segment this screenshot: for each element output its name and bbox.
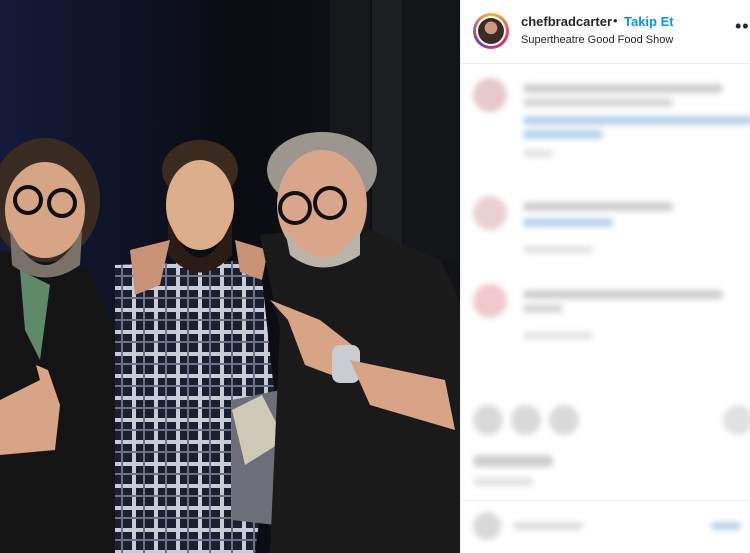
post-header: chefbradcarter • Takip Et Supertheatre G…: [461, 0, 750, 64]
post-image: [0, 0, 460, 553]
divider: [461, 500, 750, 501]
share-icon[interactable]: [549, 405, 579, 435]
comment-input-blur[interactable]: [513, 522, 583, 530]
post-actions: [473, 405, 750, 445]
username-link[interactable]: chefbradcarter: [521, 14, 612, 29]
comment-link-blur: [523, 130, 603, 139]
comment-item: [473, 196, 743, 266]
location-link[interactable]: Supertheatre Good Food Show: [521, 34, 673, 46]
comment-avatar: [473, 78, 507, 112]
avatar-photo: [478, 18, 504, 44]
comment-avatar: [473, 284, 507, 318]
comment-text-blur: [523, 202, 673, 211]
follow-button[interactable]: Takip Et: [624, 14, 674, 29]
comment-meta-blur: [523, 246, 593, 253]
comment-item: [473, 284, 743, 354]
comment-text-blur: [523, 290, 723, 299]
comment-avatar: [473, 196, 507, 230]
comment-meta-blur: [523, 150, 553, 157]
timestamp-blur: [473, 478, 533, 486]
post-comment-button[interactable]: [711, 522, 741, 530]
comment-link-blur: [523, 218, 613, 227]
avatar-frame: [476, 16, 506, 46]
likes-count-blur: [473, 455, 553, 467]
separator-dot: •: [613, 13, 618, 28]
bookmark-icon[interactable]: [723, 405, 750, 435]
post-sidebar: chefbradcarter • Takip Et Supertheatre G…: [460, 0, 750, 553]
heart-icon[interactable]: [473, 405, 503, 435]
comment-text-blur: [523, 98, 673, 107]
emoji-icon[interactable]: [473, 512, 501, 540]
comment-item: [473, 78, 750, 158]
post-photo[interactable]: [0, 0, 460, 553]
comment-meta-blur: [523, 332, 593, 339]
comment-link-blur: [523, 116, 750, 125]
comment-text-blur: [523, 84, 723, 93]
user-avatar[interactable]: [473, 13, 509, 49]
more-options-icon[interactable]: •••: [735, 16, 750, 36]
comment-text-blur: [523, 304, 563, 313]
comment-icon[interactable]: [511, 405, 541, 435]
